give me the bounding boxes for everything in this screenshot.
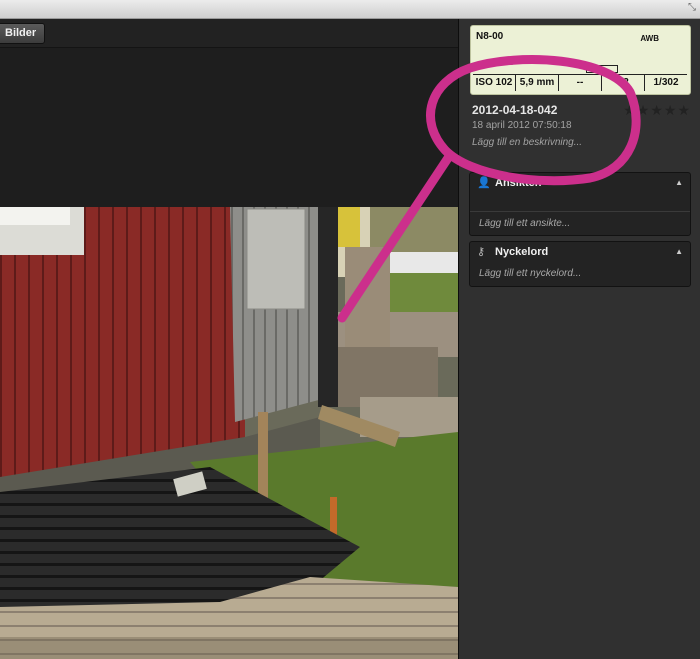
photo-image[interactable] <box>0 207 458 659</box>
faces-section: 👤 Ansikten ▲ Lägg till ett ansikte... <box>469 172 691 236</box>
rating-stars[interactable]: ★★★★★ <box>623 102 691 119</box>
faces-header[interactable]: 👤 Ansikten ▲ <box>470 173 690 193</box>
key-icon: ⚷ <box>477 246 486 258</box>
photo-date: 18 april 2012 07:50:18 <box>472 120 572 131</box>
awb-label: AWB <box>640 34 659 43</box>
collapse-arrow-icon[interactable]: ▲ <box>675 247 683 256</box>
keywords-section: ⚷ Nyckelord ▲ Lägg till ett nyckelord... <box>469 241 691 287</box>
exif-focal-length: 5,9 mm <box>516 75 559 91</box>
camera-name: N8-00 <box>476 31 504 42</box>
collapse-arrow-icon[interactable]: ▲ <box>675 178 683 187</box>
exif-shutter: 1/302 <box>653 77 679 88</box>
photo-title[interactable]: 2012-04-18-042 <box>472 103 557 117</box>
person-icon: 👤 <box>477 177 491 189</box>
description-field[interactable]: Lägg till en beskrivning... <box>472 137 582 148</box>
faces-divider <box>470 211 690 212</box>
keywords-header[interactable]: ⚷ Nyckelord ▲ <box>470 242 690 262</box>
camera-info-card: N8-00 AWB ···· ···· ISO 102 5,9 mm -- f/… <box>470 25 691 95</box>
info-panel: N8-00 AWB ···· ···· ISO 102 5,9 mm -- f/… <box>458 19 700 659</box>
add-keyword-field[interactable]: Lägg till ett nyckelord... <box>479 268 581 279</box>
resize-icon[interactable]: ⤡ <box>688 3 696 13</box>
exif-aperture: f/2 <box>602 75 645 91</box>
window-title-bar: ⤡ <box>0 0 700 19</box>
exif-exposure-bias: -- <box>559 75 602 91</box>
photo-viewer: Bilder <box>0 19 458 659</box>
card-obscured-text: ···· ···· <box>479 59 515 69</box>
exposure-bar <box>586 65 618 73</box>
exif-row: ISO 102 5,9 mm -- f/2 1/302 <box>473 74 687 91</box>
exif-iso: ISO 102 <box>473 75 516 91</box>
add-face-field[interactable]: Lägg till ett ansikte... <box>479 218 570 229</box>
viewer-toolbar: Bilder <box>0 19 458 48</box>
faces-title: Ansikten <box>495 177 542 189</box>
keywords-title: Nyckelord <box>495 246 549 258</box>
bilder-back-button[interactable]: Bilder <box>0 23 46 44</box>
